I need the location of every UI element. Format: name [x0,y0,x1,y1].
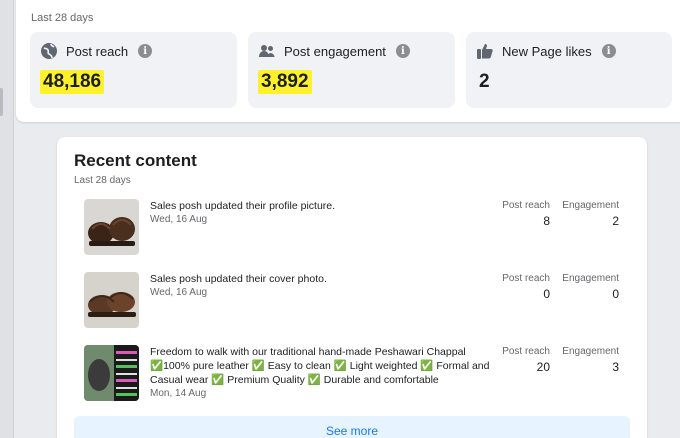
metric-value: 3,892 [258,70,312,94]
engagement-value: 2 [612,214,619,228]
recent-content-title: Recent content [74,151,197,170]
post-thumbnail[interactable] [84,199,139,255]
recent-content-period: Last 28 days [74,175,131,186]
engagement-header: Engagement [562,273,619,284]
post-reach-header: Post reach [502,346,550,357]
left-rail-indicator [0,88,3,116]
engagement-value: 0 [612,287,619,301]
info-icon[interactable]: i [138,44,153,58]
post-reach-header: Post reach [502,273,550,284]
left-rail [0,0,14,438]
post-caption: Sales posh updated their profile picture… [150,200,336,212]
see-more-button[interactable]: See more [74,416,630,438]
post-thumbnail[interactable] [84,272,139,328]
metric-value: 48,186 [40,70,105,94]
post-reach-value: 20 [536,360,550,374]
engagement-header: Engagement [562,200,619,211]
engagement-value: 3 [612,360,619,374]
thumbs-up-icon [476,42,494,60]
post-date: Mon, 14 Aug [150,388,207,399]
post-caption: Sales posh updated their cover photo. [150,273,327,285]
people-icon [258,42,276,60]
metric-tile-post-engagement[interactable]: Post engagement i 3,892 [248,32,455,108]
post-reach-value: 8 [543,214,550,228]
engagement-header: Engagement [562,346,619,357]
post-row[interactable]: Sales posh updated their profile picture… [84,199,624,255]
post-date: Wed, 16 Aug [150,287,208,298]
metric-label: Post engagement [284,43,386,59]
post-row[interactable]: Freedom to walk with our traditional han… [84,345,624,401]
post-reach-value: 0 [543,287,550,301]
info-icon[interactable]: i [395,44,410,58]
summary-period-label: Last 28 days [31,12,94,24]
metric-label: Post reach [66,43,129,59]
globe-icon [40,42,58,60]
post-thumbnail[interactable] [84,345,139,401]
post-reach-header: Post reach [502,200,550,211]
metric-label: New Page likes [502,43,592,59]
recent-content-card: Recent content Last 28 days Sales posh u… [57,137,647,438]
post-row[interactable]: Sales posh updated their cover photo. We… [84,272,624,328]
metric-value: 2 [479,71,490,92]
post-date: Wed, 16 Aug [150,214,208,225]
post-caption: Freedom to walk with our traditional han… [150,346,490,386]
metric-tile-new-page-likes[interactable]: New Page likes i 2 [466,32,672,108]
info-icon[interactable]: i [601,44,616,58]
metric-tile-post-reach[interactable]: Post reach i 48,186 [30,32,237,108]
